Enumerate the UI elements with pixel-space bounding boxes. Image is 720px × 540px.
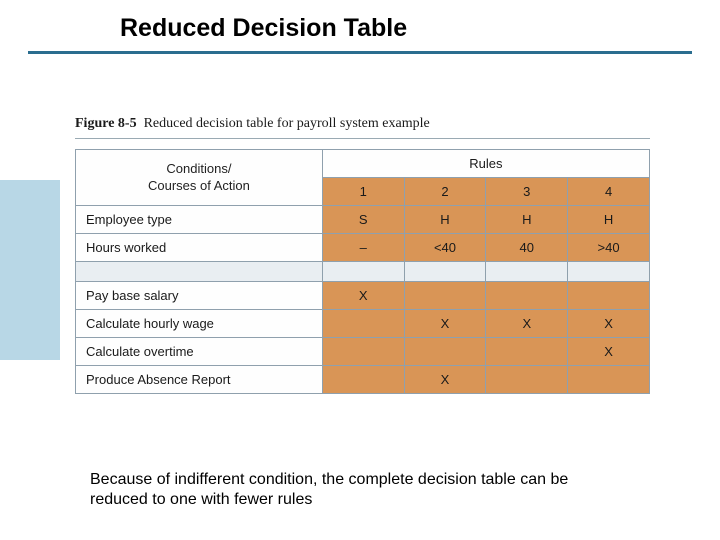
header-rules: Rules [322, 150, 649, 178]
action-cell: X [404, 310, 486, 338]
rule-num: 4 [568, 178, 650, 206]
action-cell: X [404, 366, 486, 394]
cond-label: Employee type [76, 206, 323, 234]
action-cell [322, 338, 404, 366]
decision-table: Conditions/ Courses of Action Rules 1 2 … [75, 149, 650, 394]
cond-cell: <40 [404, 234, 486, 262]
figure-desc: Reduced decision table for payroll syste… [144, 116, 430, 131]
action-label: Calculate hourly wage [76, 310, 323, 338]
action-cell [568, 366, 650, 394]
action-cell [322, 366, 404, 394]
cond-label: Hours worked [76, 234, 323, 262]
action-label: Pay base salary [76, 282, 323, 310]
action-cell [322, 310, 404, 338]
rule-num: 2 [404, 178, 486, 206]
action-cell [486, 282, 568, 310]
action-cell: X [322, 282, 404, 310]
rule-num: 3 [486, 178, 568, 206]
action-cell [568, 282, 650, 310]
cond-cell: S [322, 206, 404, 234]
action-cell [486, 338, 568, 366]
action-cell: X [568, 310, 650, 338]
rule-num: 1 [322, 178, 404, 206]
action-cell [404, 282, 486, 310]
title-bar: Reduced Decision Table [0, 0, 720, 47]
figure-caption: Figure 8-5 Reduced decision table for pa… [75, 116, 650, 139]
cond-cell: H [568, 206, 650, 234]
slide-title: Reduced Decision Table [120, 14, 407, 42]
cond-cell: H [404, 206, 486, 234]
action-cell: X [486, 310, 568, 338]
figure-number: Figure 8-5 [75, 116, 137, 131]
header-conditions: Conditions/ Courses of Action [76, 150, 323, 206]
action-label: Calculate overtime [76, 338, 323, 366]
action-cell [486, 366, 568, 394]
bottom-caption: Because of indifferent condition, the co… [90, 470, 630, 510]
cond-cell: 40 [486, 234, 568, 262]
title-underline [28, 51, 692, 54]
cond-cell: – [322, 234, 404, 262]
figure: Figure 8-5 Reduced decision table for pa… [75, 116, 650, 394]
cond-cell: >40 [568, 234, 650, 262]
cond-cell: H [486, 206, 568, 234]
action-label: Produce Absence Report [76, 366, 323, 394]
side-accent-block [0, 180, 60, 360]
action-cell [404, 338, 486, 366]
spacer-row [76, 262, 650, 282]
action-cell: X [568, 338, 650, 366]
